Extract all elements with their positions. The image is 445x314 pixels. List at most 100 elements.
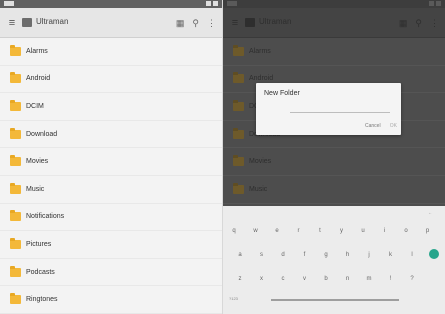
key-d[interactable]: d [274, 246, 292, 264]
key-s[interactable]: s [253, 246, 271, 264]
key-p[interactable]: p [419, 222, 437, 240]
folder-icon [22, 18, 32, 27]
enter-key[interactable] [425, 246, 443, 264]
new-folder-icon[interactable]: ▦ [176, 17, 185, 29]
status-bar [223, 0, 445, 8]
folder-icon [10, 293, 21, 305]
key-b[interactable]: b [317, 270, 335, 288]
folder-row[interactable]: Download [0, 121, 222, 149]
backspace-icon[interactable]: ← [428, 210, 432, 215]
folder-icon [10, 210, 21, 222]
folder-icon [233, 182, 244, 194]
key-a[interactable]: a [231, 246, 249, 264]
folder-row[interactable]: Android [0, 66, 222, 94]
spacebar[interactable] [271, 296, 399, 301]
dialog-title: New Folder [264, 90, 300, 97]
folder-icon [10, 237, 21, 249]
key-j[interactable]: j [360, 246, 378, 264]
key-x[interactable]: x [253, 270, 271, 288]
folder-label: Podcasts [26, 268, 55, 276]
key-w[interactable]: w [247, 222, 265, 240]
symbols-key[interactable]: ?123 [229, 296, 238, 301]
key-![interactable]: ! [382, 270, 400, 288]
new-folder-dialog: New Folder Cancel OK [256, 83, 401, 135]
folder-row[interactable]: Podcasts [0, 259, 222, 287]
folder-row[interactable]: Alarms [0, 38, 222, 66]
battery-icon [436, 1, 441, 6]
key-f[interactable]: f [296, 246, 314, 264]
folder-row[interactable]: Movies [223, 148, 445, 176]
folder-row[interactable]: Ringtones [0, 286, 222, 314]
search-icon[interactable]: ⚲ [192, 17, 199, 29]
folder-label: Download [26, 130, 58, 138]
folder-label: Alarms [249, 47, 271, 55]
key-q[interactable]: q [225, 222, 243, 240]
folder-row[interactable]: Movies [0, 148, 222, 176]
key-?[interactable]: ? [403, 270, 421, 288]
folder-label: Music [26, 185, 45, 193]
ok-button[interactable]: OK [390, 123, 397, 129]
keyboard-row: asdfghjkl [223, 246, 445, 264]
key-e[interactable]: e [268, 222, 286, 240]
key-m[interactable]: m [360, 270, 378, 288]
key-u[interactable]: u [354, 222, 372, 240]
notification-icon [227, 1, 237, 6]
folder-row[interactable]: Notifications [0, 204, 222, 232]
folder-label: Movies [26, 158, 49, 166]
overflow-menu-icon[interactable]: ⋮ [430, 17, 439, 29]
key-z[interactable]: z [231, 270, 249, 288]
folder-icon [10, 265, 21, 277]
enter-icon [428, 249, 439, 260]
folder-icon [245, 18, 255, 27]
battery-icon [213, 1, 218, 6]
folder-row[interactable]: Music [223, 176, 445, 204]
folder-icon [233, 127, 244, 139]
folder-row[interactable]: DCIM [0, 93, 222, 121]
folder-icon [10, 127, 21, 139]
wifi-icon [429, 1, 434, 6]
notification-icon [4, 1, 14, 6]
folder-label: Pictures [26, 240, 52, 248]
folder-icon [10, 99, 21, 111]
folder-icon [233, 155, 244, 167]
back-icon[interactable]: ≡ [6, 17, 18, 29]
folder-row[interactable]: Music [0, 176, 222, 204]
toolbar-title: Ultraman [259, 17, 292, 26]
folder-row[interactable]: Alarms [223, 38, 445, 66]
key-v[interactable]: v [296, 270, 314, 288]
overflow-menu-icon[interactable]: ⋮ [207, 17, 216, 29]
new-folder-icon[interactable]: ▦ [399, 17, 408, 29]
folder-icon [233, 99, 244, 111]
toolbar: ≡ Ultraman ▦ ⚲ ⋮ [0, 8, 222, 38]
back-icon[interactable]: ≡ [229, 17, 241, 29]
status-icons [429, 1, 441, 6]
folder-label: Android [26, 75, 51, 83]
folder-icon [10, 72, 21, 84]
folder-label: Ringtones [26, 296, 58, 304]
right-screen: ≡ Ultraman ▦ ⚲ ⋮ AlarmsAndroidDCIMDownlo… [223, 0, 445, 314]
key-r[interactable]: r [290, 222, 308, 240]
key-c[interactable]: c [274, 270, 292, 288]
cancel-button[interactable]: Cancel [365, 123, 381, 129]
folder-label: Alarms [26, 47, 48, 55]
search-icon[interactable]: ⚲ [415, 17, 422, 29]
key-o[interactable]: o [397, 222, 415, 240]
key-t[interactable]: t [311, 222, 329, 240]
folder-label: DCIM [26, 102, 44, 110]
status-bar [0, 0, 222, 8]
folder-icon [10, 182, 21, 194]
folder-icon [233, 72, 244, 84]
key-n[interactable]: n [339, 270, 357, 288]
folder-row[interactable]: Pictures [0, 231, 222, 259]
folder-name-input[interactable] [290, 110, 390, 113]
key-g[interactable]: g [317, 246, 335, 264]
key-h[interactable]: h [339, 246, 357, 264]
keyboard-row: qwertyuiop [223, 222, 445, 240]
key-y[interactable]: y [333, 222, 351, 240]
folder-label: Android [249, 75, 274, 83]
key-k[interactable]: k [382, 246, 400, 264]
folder-list: Alarms Android DCIM Download Movies Music Noti… [0, 38, 222, 314]
key-i[interactable]: i [376, 222, 394, 240]
folder-label: Music [249, 185, 268, 193]
key-l[interactable]: l [403, 246, 421, 264]
